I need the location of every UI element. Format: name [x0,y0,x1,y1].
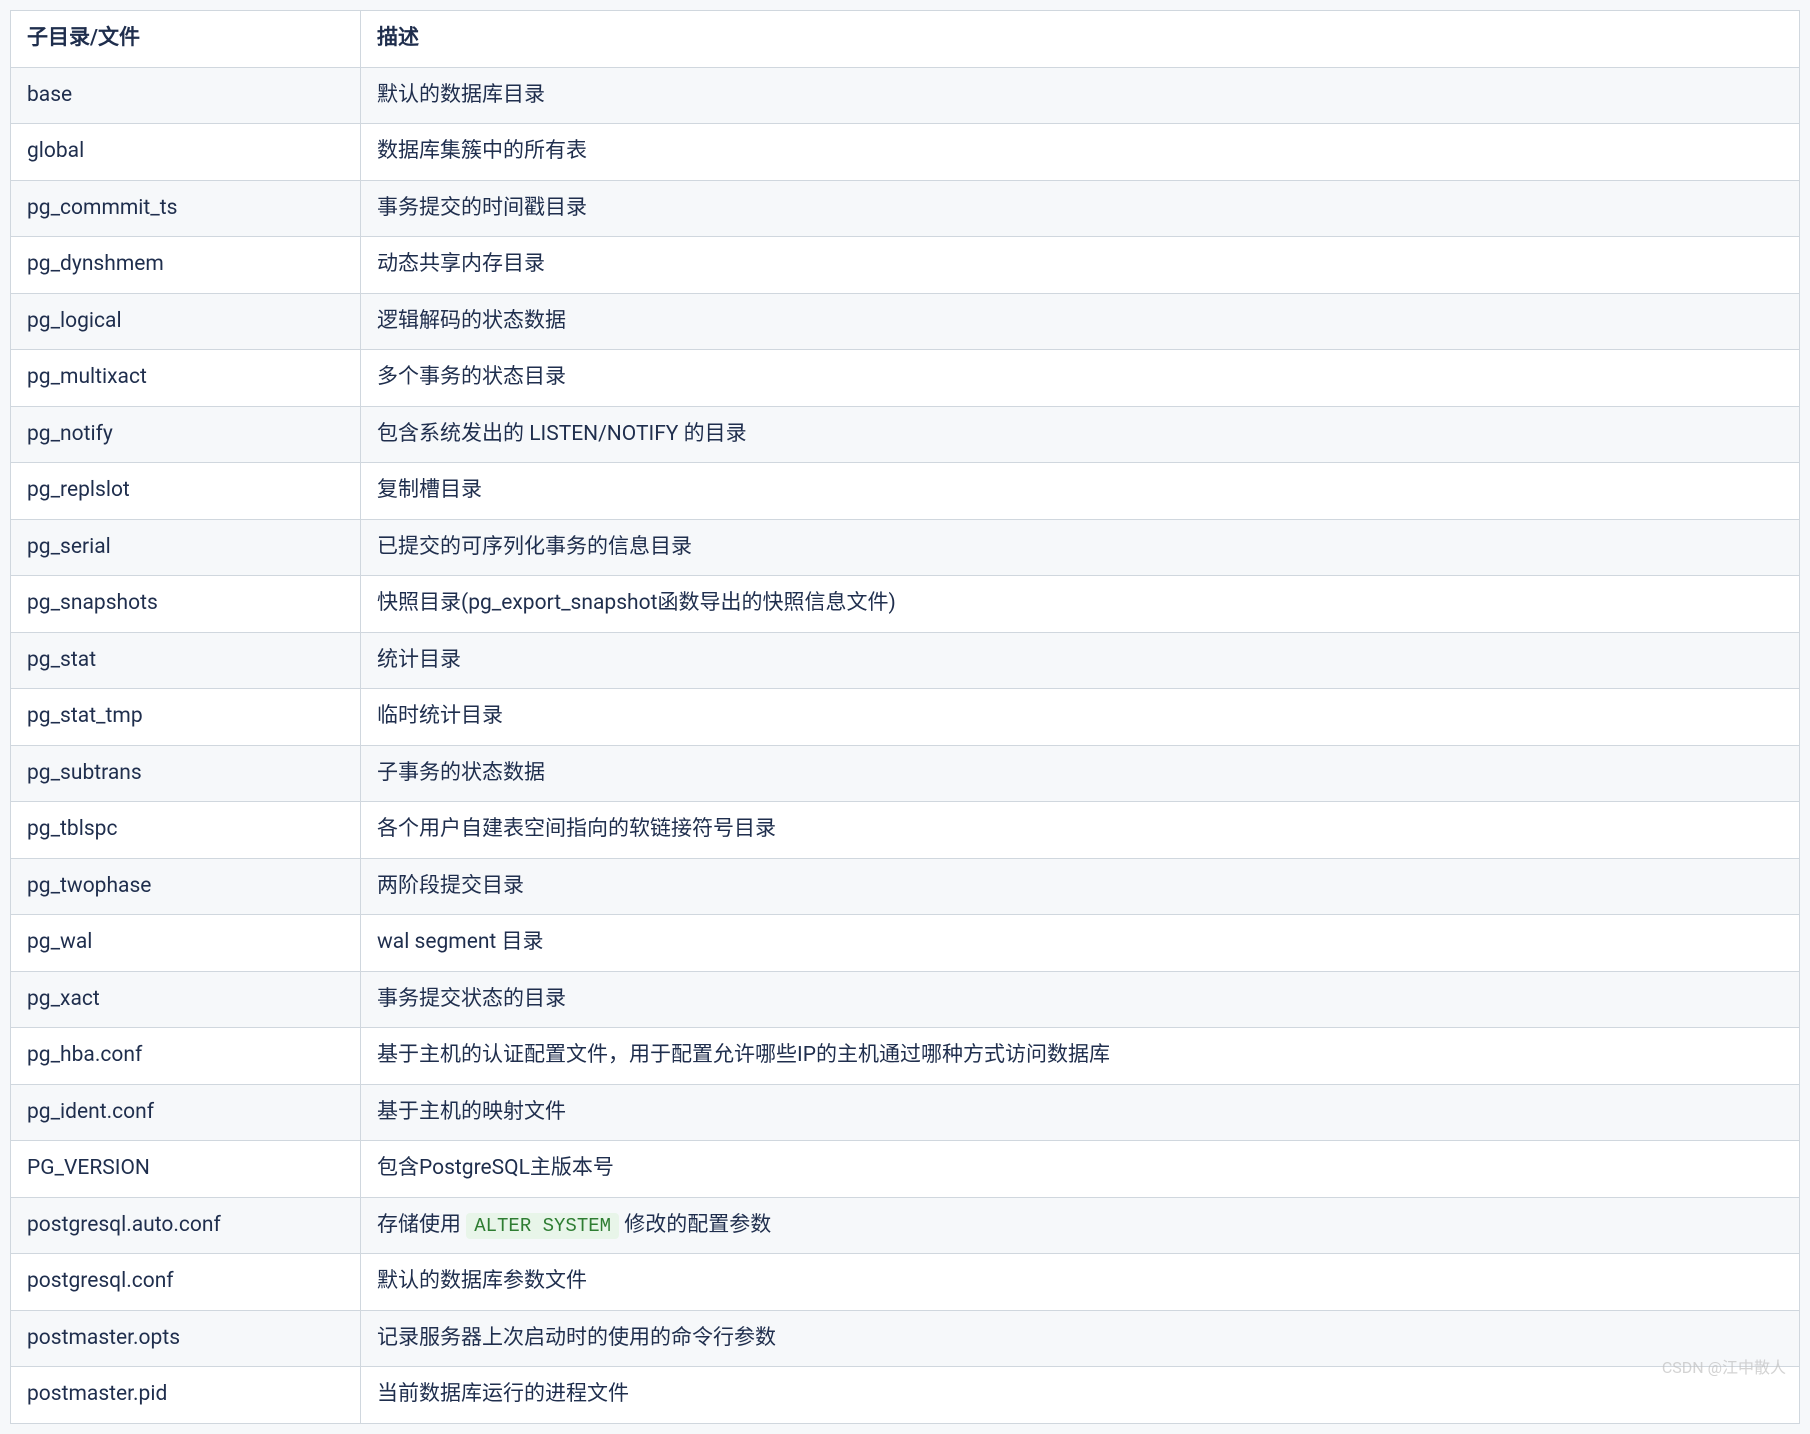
cell-name: pg_notify [11,406,361,463]
table-row: pg_snapshots快照目录(pg_export_snapshot函数导出的… [11,576,1800,633]
cell-desc: wal segment 目录 [361,915,1800,972]
table-row: pg_notify包含系统发出的 LISTEN/NOTIFY 的目录 [11,406,1800,463]
table-row: postmaster.pid当前数据库运行的进程文件 [11,1367,1800,1424]
cell-desc: 临时统计目录 [361,689,1800,746]
cell-desc: 各个用户自建表空间指向的软链接符号目录 [361,802,1800,859]
cell-desc: 基于主机的认证配置文件，用于配置允许哪些IP的主机通过哪种方式访问数据库 [361,1028,1800,1085]
header-desc: 描述 [361,11,1800,68]
table-row: base默认的数据库目录 [11,67,1800,124]
cell-name: pg_xact [11,971,361,1028]
table-row: pg_stat_tmp临时统计目录 [11,689,1800,746]
cell-name: pg_stat [11,632,361,689]
cell-desc: 统计目录 [361,632,1800,689]
header-name: 子目录/文件 [11,11,361,68]
cell-desc: 记录服务器上次启动时的使用的命令行参数 [361,1310,1800,1367]
cell-name: postmaster.pid [11,1367,361,1424]
cell-desc: 子事务的状态数据 [361,745,1800,802]
table-row: global数据库集簇中的所有表 [11,124,1800,181]
cell-name: pg_wal [11,915,361,972]
directory-table: 子目录/文件 描述 base默认的数据库目录global数据库集簇中的所有表pg… [10,10,1800,1424]
table-row: PG_VERSION包含PostgreSQL主版本号 [11,1141,1800,1198]
table-row: pg_stat统计目录 [11,632,1800,689]
table-row: pg_replslot复制槽目录 [11,463,1800,520]
cell-name: pg_tblspc [11,802,361,859]
cell-desc: 复制槽目录 [361,463,1800,520]
cell-name: pg_hba.conf [11,1028,361,1085]
cell-name: postmaster.opts [11,1310,361,1367]
cell-name: pg_ident.conf [11,1084,361,1141]
table-row: pg_dynshmem动态共享内存目录 [11,237,1800,294]
cell-desc: 多个事务的状态目录 [361,350,1800,407]
cell-name: pg_stat_tmp [11,689,361,746]
table-row: postmaster.opts记录服务器上次启动时的使用的命令行参数 [11,1310,1800,1367]
cell-name: pg_multixact [11,350,361,407]
cell-desc: 存储使用 ALTER SYSTEM 修改的配置参数 [361,1197,1800,1254]
cell-name: pg_subtrans [11,745,361,802]
cell-desc: 事务提交的时间戳目录 [361,180,1800,237]
table-row: pg_commmit_ts事务提交的时间戳目录 [11,180,1800,237]
cell-desc: 已提交的可序列化事务的信息目录 [361,519,1800,576]
cell-desc: 包含系统发出的 LISTEN/NOTIFY 的目录 [361,406,1800,463]
table-header-row: 子目录/文件 描述 [11,11,1800,68]
table-row: pg_twophase两阶段提交目录 [11,858,1800,915]
table-row: pg_logical逻辑解码的状态数据 [11,293,1800,350]
table-row: pg_serial已提交的可序列化事务的信息目录 [11,519,1800,576]
cell-desc: 基于主机的映射文件 [361,1084,1800,1141]
cell-name: base [11,67,361,124]
cell-name: PG_VERSION [11,1141,361,1198]
cell-desc: 快照目录(pg_export_snapshot函数导出的快照信息文件) [361,576,1800,633]
table-row: pg_subtrans子事务的状态数据 [11,745,1800,802]
table-row: postgresql.conf默认的数据库参数文件 [11,1254,1800,1311]
table-row: pg_tblspc各个用户自建表空间指向的软链接符号目录 [11,802,1800,859]
cell-desc: 动态共享内存目录 [361,237,1800,294]
cell-desc: 默认的数据库参数文件 [361,1254,1800,1311]
cell-desc: 逻辑解码的状态数据 [361,293,1800,350]
cell-name: pg_commmit_ts [11,180,361,237]
cell-desc: 默认的数据库目录 [361,67,1800,124]
cell-desc: 两阶段提交目录 [361,858,1800,915]
cell-desc: 数据库集簇中的所有表 [361,124,1800,181]
cell-name: pg_logical [11,293,361,350]
cell-desc: 事务提交状态的目录 [361,971,1800,1028]
cell-name: pg_snapshots [11,576,361,633]
cell-name: pg_replslot [11,463,361,520]
table-row: pg_multixact多个事务的状态目录 [11,350,1800,407]
table-row: postgresql.auto.conf存储使用 ALTER SYSTEM 修改… [11,1197,1800,1254]
table-row: pg_hba.conf基于主机的认证配置文件，用于配置允许哪些IP的主机通过哪种… [11,1028,1800,1085]
cell-desc: 包含PostgreSQL主版本号 [361,1141,1800,1198]
table-row: pg_walwal segment 目录 [11,915,1800,972]
table-wrapper: 子目录/文件 描述 base默认的数据库目录global数据库集簇中的所有表pg… [10,10,1800,1424]
cell-name: pg_twophase [11,858,361,915]
table-row: pg_xact事务提交状态的目录 [11,971,1800,1028]
cell-desc: 当前数据库运行的进程文件 [361,1367,1800,1424]
cell-name: postgresql.conf [11,1254,361,1311]
table-row: pg_ident.conf基于主机的映射文件 [11,1084,1800,1141]
cell-name: postgresql.auto.conf [11,1197,361,1254]
cell-name: global [11,124,361,181]
cell-name: pg_dynshmem [11,237,361,294]
cell-name: pg_serial [11,519,361,576]
code-inline: ALTER SYSTEM [466,1213,619,1239]
